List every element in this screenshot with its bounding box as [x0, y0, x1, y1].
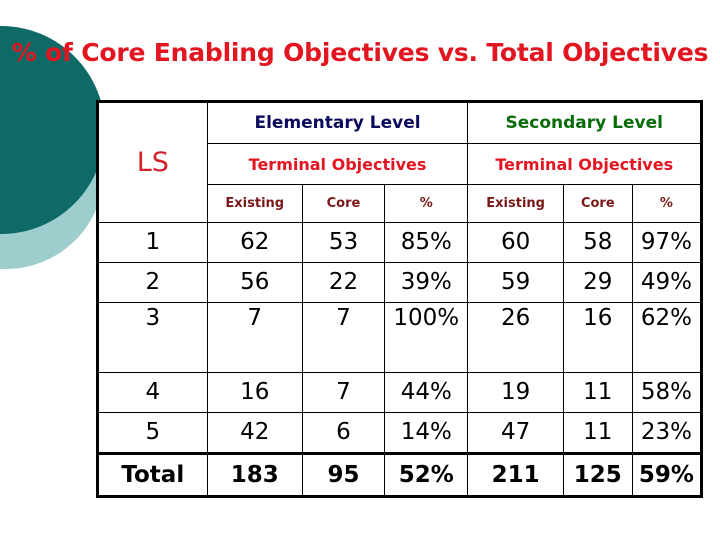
- table-row: 1 62 53 85% 60 58 97%: [97, 222, 703, 263]
- group-header-secondary: Secondary Level: [467, 101, 702, 144]
- cell-secondary-core: 29: [562, 262, 633, 303]
- cell-elementary-existing: 56: [206, 262, 303, 303]
- cell-secondary-core: 125: [562, 452, 633, 497]
- column-header-elementary-core: Core: [301, 184, 386, 223]
- cell-secondary-percent: 97%: [631, 222, 703, 263]
- cell-secondary-core: 58: [562, 222, 633, 263]
- cell-secondary-core: 11: [562, 372, 633, 413]
- cell-elementary-existing: 183: [206, 452, 303, 497]
- corner-label-ls: LS: [97, 101, 208, 223]
- cell-secondary-percent: 23%: [631, 412, 703, 454]
- cell-elementary-core: 7: [301, 372, 386, 413]
- table-body: 1 62 53 85% 60 58 97% 2 56 22 39% 59 29 49% 3 7 7 100% 26 1…: [97, 222, 703, 497]
- subgroup-header-secondary-terminal: Terminal Objectives: [467, 143, 702, 185]
- cell-elementary-percent: 85%: [384, 222, 469, 263]
- cell-elementary-percent: 39%: [384, 262, 469, 303]
- table-row-total: Total 183 95 52% 211 125 59%: [97, 452, 703, 497]
- cell-elementary-percent: 44%: [384, 372, 469, 413]
- column-header-secondary-existing: Existing: [467, 184, 564, 223]
- cell-secondary-existing: 26: [467, 302, 564, 373]
- table-header-row-levels: LS Elementary Level Secondary Level: [97, 101, 702, 223]
- cell-secondary-existing: 19: [467, 372, 564, 413]
- table-row: 2 56 22 39% 59 29 49%: [97, 262, 703, 303]
- cell-elementary-core: 6: [301, 412, 386, 454]
- cell-ls: Total: [97, 452, 208, 497]
- cell-elementary-percent: 52%: [384, 452, 469, 497]
- column-header-secondary-core: Core: [562, 184, 633, 223]
- cell-ls: 3: [97, 302, 208, 373]
- objectives-table: LS Elementary Level Secondary Level Term…: [96, 100, 703, 498]
- cell-secondary-core: 16: [562, 302, 633, 373]
- cell-elementary-existing: 42: [206, 412, 303, 454]
- cell-elementary-core: 22: [301, 262, 386, 303]
- cell-elementary-percent: 14%: [384, 412, 469, 454]
- column-header-secondary-percent: %: [631, 184, 703, 223]
- cell-secondary-percent: 62%: [631, 302, 703, 373]
- cell-elementary-core: 53: [301, 222, 386, 263]
- cell-secondary-percent: 58%: [631, 372, 703, 413]
- cell-elementary-percent: 100%: [384, 302, 469, 373]
- cell-secondary-core: 11: [562, 412, 633, 454]
- cell-ls: 5: [97, 412, 208, 454]
- column-header-elementary-existing: Existing: [206, 184, 303, 223]
- cell-elementary-existing: 7: [206, 302, 303, 373]
- cell-elementary-core: 95: [301, 452, 386, 497]
- cell-ls: 4: [97, 372, 208, 413]
- cell-ls: 2: [97, 262, 208, 303]
- cell-secondary-existing: 47: [467, 412, 564, 454]
- column-header-elementary-percent: %: [384, 184, 469, 223]
- cell-elementary-core: 7: [301, 302, 386, 373]
- table-row: 5 42 6 14% 47 11 23%: [97, 412, 703, 454]
- cell-secondary-percent: 49%: [631, 262, 703, 303]
- cell-ls: 1: [97, 222, 208, 263]
- cell-secondary-existing: 59: [467, 262, 564, 303]
- cell-secondary-percent: 59%: [631, 452, 703, 497]
- table-row: 4 16 7 44% 19 11 58%: [97, 372, 703, 413]
- table-row: 3 7 7 100% 26 16 62%: [97, 302, 703, 373]
- subgroup-header-elementary-terminal: Terminal Objectives: [206, 143, 469, 185]
- cell-elementary-existing: 62: [206, 222, 303, 263]
- cell-secondary-existing: 211: [467, 452, 564, 497]
- objectives-table-container: LS Elementary Level Secondary Level Term…: [96, 100, 703, 498]
- cell-elementary-existing: 16: [206, 372, 303, 413]
- group-header-elementary: Elementary Level: [206, 101, 469, 144]
- cell-secondary-existing: 60: [467, 222, 564, 263]
- page-title: % of Core Enabling Objectives vs. Total …: [11, 38, 709, 67]
